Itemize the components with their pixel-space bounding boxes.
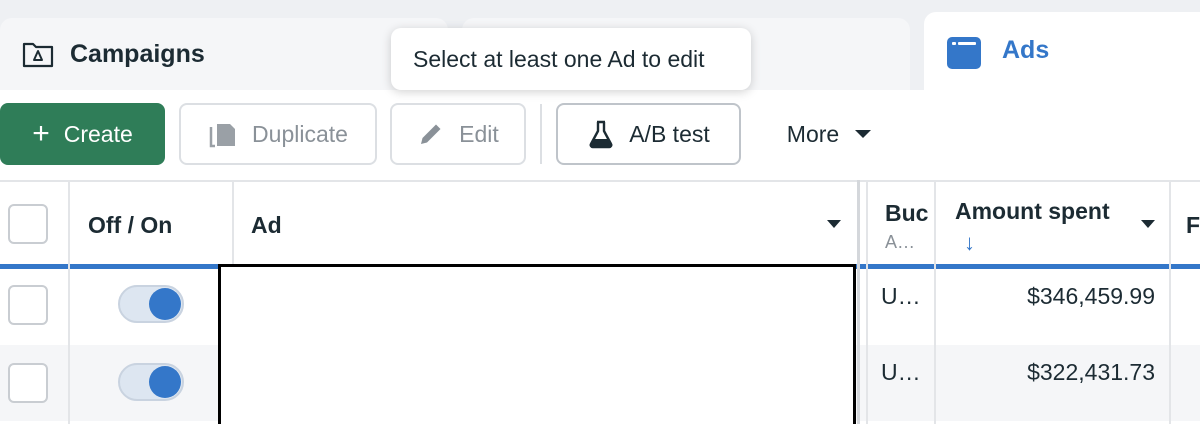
amount-column-sort-icon[interactable] — [1141, 220, 1155, 228]
ab-test-button[interactable]: A/B test — [556, 103, 741, 165]
ad-on-off-toggle[interactable] — [118, 363, 184, 401]
column-header-toggle[interactable]: Off / On — [88, 212, 172, 239]
pencil-icon — [421, 124, 441, 144]
budget-cell: U… — [881, 359, 921, 385]
column-header-budget-sub: A… — [885, 232, 916, 252]
column-divider — [1169, 180, 1171, 424]
ab-test-label: A/B test — [629, 120, 710, 147]
edit-tooltip: Select at least one Ad to edit — [391, 28, 751, 90]
flask-icon — [589, 120, 613, 149]
table-header: Off / On Ad Buc A… Amount spent ↓ F — [0, 180, 1200, 264]
create-label: Create — [63, 120, 133, 147]
toolbar-divider — [540, 104, 542, 164]
column-divider — [68, 180, 70, 424]
redacted-ad-names — [218, 264, 856, 424]
amount-spent-cell: $322,431.73 — [1027, 359, 1155, 385]
column-header-amount-spent[interactable]: Amount spent — [955, 198, 1110, 225]
edit-button[interactable]: Edit — [390, 103, 526, 165]
ads-manager: Campaigns Ads + Create Duplicate Edit A/… — [0, 0, 1200, 424]
ads-table: Off / On Ad Buc A… Amount spent ↓ F U… $… — [0, 180, 1200, 424]
more-dropdown[interactable]: More — [770, 103, 890, 165]
edit-label: Edit — [459, 120, 499, 147]
toolbar: + Create Duplicate Edit A/B test More — [0, 90, 1200, 180]
duplicate-button[interactable]: Duplicate — [179, 103, 377, 165]
budget-cell: U… — [881, 283, 921, 309]
column-header-next[interactable]: F — [1186, 212, 1200, 239]
duplicate-label: Duplicate — [252, 120, 348, 147]
tab-ads[interactable]: Ads — [924, 12, 1200, 102]
sort-arrow-down-icon: ↓ — [964, 230, 975, 255]
row-checkbox[interactable] — [8, 363, 48, 403]
create-button[interactable]: + Create — [0, 103, 165, 165]
more-label: More — [786, 120, 840, 147]
column-header-budget[interactable]: Buc — [885, 200, 928, 227]
plus-icon: + — [32, 117, 50, 150]
tab-campaigns-label: Campaigns — [70, 40, 205, 68]
ad-icon — [947, 37, 981, 69]
toggle-knob — [149, 366, 181, 398]
toggle-knob — [149, 288, 181, 320]
folder-icon — [22, 42, 54, 68]
tab-campaigns[interactable]: Campaigns — [0, 18, 448, 98]
ad-column-sort-icon[interactable] — [827, 220, 841, 228]
column-divider — [857, 180, 860, 424]
duplicate-icon — [209, 124, 236, 148]
amount-spent-cell: $346,459.99 — [1027, 283, 1155, 309]
column-divider — [934, 180, 936, 424]
column-header-ad[interactable]: Ad — [251, 212, 282, 239]
select-all-checkbox[interactable] — [8, 204, 48, 244]
row-checkbox[interactable] — [8, 285, 48, 325]
column-divider — [232, 180, 234, 264]
caret-down-icon — [855, 130, 872, 138]
ad-on-off-toggle[interactable] — [118, 285, 184, 323]
column-divider — [866, 180, 868, 424]
tab-ads-label: Ads — [1002, 36, 1050, 64]
